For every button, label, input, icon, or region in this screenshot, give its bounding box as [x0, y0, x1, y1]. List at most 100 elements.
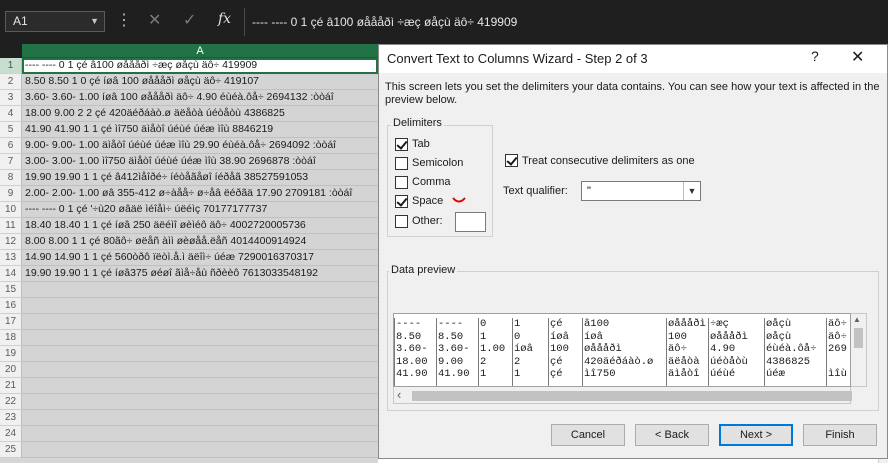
- sheet-row[interactable]: 25: [0, 442, 378, 458]
- cell-a[interactable]: [22, 346, 378, 362]
- vertical-scroll-thumb[interactable]: [854, 328, 863, 348]
- cell-a[interactable]: [22, 394, 378, 410]
- column-header-a[interactable]: A: [22, 44, 378, 58]
- formula-input[interactable]: ---- ---- 0 1 çé â100 øåååðì ÷æç øåçù äô…: [252, 10, 882, 34]
- space-checkbox[interactable]: [395, 195, 408, 208]
- cell-a[interactable]: 18.00 9.00 2 2 çé 420äéðáàò.ø äëåòà úéòå…: [22, 106, 378, 122]
- row-number[interactable]: 25: [0, 442, 22, 458]
- row-number[interactable]: 3: [0, 90, 22, 106]
- preview-horizontal-scrollbar[interactable]: ‹: [393, 387, 852, 404]
- cell-a[interactable]: ---- ---- 0 1 çé '÷ù20 øâäë ìéîåì÷ úëéìç…: [22, 202, 378, 218]
- sheet-row[interactable]: 16: [0, 298, 378, 314]
- row-number[interactable]: 6: [0, 138, 22, 154]
- select-all-corner[interactable]: [0, 44, 22, 58]
- sheet-row[interactable]: 4 18.00 9.00 2 2 çé 420äéðáàò.ø äëåòà úéò…: [0, 106, 378, 122]
- sheet-row[interactable]: 8 19.90 19.90 1 1 çé â412ìåîðé÷ íéòåãåøî …: [0, 170, 378, 186]
- sheet-row[interactable]: 15: [0, 282, 378, 298]
- sheet-row[interactable]: 23: [0, 410, 378, 426]
- cell-a[interactable]: 3.00- 3.00- 1.00 ìî750 äìåòî úéùé úéæ ìî…: [22, 154, 378, 170]
- row-number[interactable]: 5: [0, 122, 22, 138]
- cell-a[interactable]: 9.00- 9.00- 1.00 äìåòî úéùé úéæ ìîù 29.9…: [22, 138, 378, 154]
- scroll-up-icon[interactable]: ▲: [853, 315, 861, 324]
- cell-a[interactable]: 18.40 18.40 1 1 çé íøâ 250 äëéìî øèìéô ä…: [22, 218, 378, 234]
- finish-button[interactable]: Finish: [803, 424, 877, 446]
- close-icon[interactable]: ✕: [851, 47, 864, 67]
- sheet-row[interactable]: 19: [0, 346, 378, 362]
- cell-a[interactable]: 41.90 41.90 1 1 çé ìî750 äìåòî úéùé úéæ …: [22, 122, 378, 138]
- sheet-row[interactable]: 13 14.90 14.90 1 1 çé 560òðô ïëòì.å.ì äëî…: [0, 250, 378, 266]
- row-number[interactable]: 4: [0, 106, 22, 122]
- function-icon[interactable]: fx: [218, 11, 231, 27]
- cell-a[interactable]: [22, 314, 378, 330]
- sheet-row[interactable]: 6 9.00- 9.00- 1.00 äìåòî úéùé úéæ ìîù 29.…: [0, 138, 378, 154]
- row-number[interactable]: 9: [0, 186, 22, 202]
- cell-a[interactable]: [22, 426, 378, 442]
- sheet-row[interactable]: 11 18.40 18.40 1 1 çé íøâ 250 äëéìî øèìéô…: [0, 218, 378, 234]
- row-number[interactable]: 13: [0, 250, 22, 266]
- row-number[interactable]: 12: [0, 234, 22, 250]
- chevron-down-icon[interactable]: ▼: [90, 12, 99, 31]
- cancel-icon[interactable]: ✕: [148, 10, 161, 32]
- sheet-row[interactable]: 7 3.00- 3.00- 1.00 ìî750 äìåòî úéùé úéæ ì…: [0, 154, 378, 170]
- sheet-row[interactable]: 21: [0, 378, 378, 394]
- row-number[interactable]: 20: [0, 362, 22, 378]
- sheet-row[interactable]: 20: [0, 362, 378, 378]
- row-number[interactable]: 2: [0, 74, 22, 90]
- cell-a[interactable]: [22, 298, 378, 314]
- preview-vertical-scrollbar[interactable]: ▲: [851, 313, 867, 387]
- cell-a[interactable]: 8.50 8.50 1 0 çé íøâ 100 øåååðì øåçù äô÷…: [22, 74, 378, 90]
- row-number[interactable]: 1: [0, 58, 22, 74]
- cell-a[interactable]: 8.00 8.00 1 1 çé 80ãô÷ øëåñ àìì øèøåå.ëå…: [22, 234, 378, 250]
- cell-a[interactable]: [22, 282, 378, 298]
- row-number[interactable]: 23: [0, 410, 22, 426]
- name-box[interactable]: A1 ▼: [5, 11, 105, 32]
- cell-a[interactable]: [22, 378, 378, 394]
- cell-a[interactable]: [22, 330, 378, 346]
- treat-consecutive-checkbox[interactable]: [505, 154, 518, 167]
- cancel-button[interactable]: Cancel: [551, 424, 625, 446]
- cell-a[interactable]: 19.90 19.90 1 1 çé íøâ375 øéøî ãìå÷åù ñð…: [22, 266, 378, 282]
- sheet-row[interactable]: 12 8.00 8.00 1 1 çé 80ãô÷ øëåñ àìì øèøåå.…: [0, 234, 378, 250]
- other-delimiter-input[interactable]: [455, 212, 486, 232]
- back-button[interactable]: < Back: [635, 424, 709, 446]
- row-number[interactable]: 8: [0, 170, 22, 186]
- row-number[interactable]: 21: [0, 378, 22, 394]
- sheet-row[interactable]: 10 ---- ---- 0 1 çé '÷ù20 øâäë ìéîåì÷ úëé…: [0, 202, 378, 218]
- sheet-row[interactable]: 9 2.00- 2.00- 1.00 øâ 355-412 ø÷àåå÷ ø÷åâ…: [0, 186, 378, 202]
- sheet-row[interactable]: 24: [0, 426, 378, 442]
- row-number[interactable]: 7: [0, 154, 22, 170]
- row-number[interactable]: 16: [0, 298, 22, 314]
- sheet-row[interactable]: 22: [0, 394, 378, 410]
- row-number[interactable]: 24: [0, 426, 22, 442]
- row-number[interactable]: 10: [0, 202, 22, 218]
- cell-a[interactable]: [22, 442, 378, 458]
- row-number[interactable]: 14: [0, 266, 22, 282]
- more-options-icon[interactable]: ⋮: [116, 11, 132, 31]
- sheet-row[interactable]: 5 41.90 41.90 1 1 çé ìî750 äìåòî úéùé úéæ…: [0, 122, 378, 138]
- tab-checkbox[interactable]: [395, 138, 408, 151]
- cell-a[interactable]: 19.90 19.90 1 1 çé â412ìåîðé÷ íéòåãåøî í…: [22, 170, 378, 186]
- cell-a[interactable]: 14.90 14.90 1 1 çé 560òðô ïëòì.å.ì äëîì÷…: [22, 250, 378, 266]
- row-number[interactable]: 22: [0, 394, 22, 410]
- cell-a[interactable]: 3.60- 3.60- 1.00 íøâ 100 øåååðì äô÷ 4.90…: [22, 90, 378, 106]
- sheet-row[interactable]: 14 19.90 19.90 1 1 çé íøâ375 øéøî ãìå÷åù …: [0, 266, 378, 282]
- check-icon[interactable]: ✓: [183, 10, 196, 32]
- sheet-row[interactable]: 17: [0, 314, 378, 330]
- semicolon-checkbox[interactable]: [395, 157, 408, 170]
- scroll-left-icon[interactable]: ‹: [397, 387, 401, 402]
- row-number[interactable]: 15: [0, 282, 22, 298]
- cell-a[interactable]: [22, 410, 378, 426]
- row-number[interactable]: 18: [0, 330, 22, 346]
- row-number[interactable]: 17: [0, 314, 22, 330]
- help-icon[interactable]: ?: [811, 48, 819, 64]
- sheet-row[interactable]: 3 3.60- 3.60- 1.00 íøâ 100 øåååðì äô÷ 4.9…: [0, 90, 378, 106]
- chevron-down-icon[interactable]: ▼: [683, 182, 700, 200]
- cell-a[interactable]: [22, 362, 378, 378]
- text-qualifier-select[interactable]: " ▼: [581, 181, 701, 201]
- sheet-row[interactable]: 18: [0, 330, 378, 346]
- comma-checkbox[interactable]: [395, 176, 408, 189]
- other-checkbox[interactable]: [395, 215, 408, 228]
- sheet-row[interactable]: 2 8.50 8.50 1 0 çé íøâ 100 øåååðì øåçù äô…: [0, 74, 378, 90]
- sheet-row[interactable]: 1 ---- ---- 0 1 çé â100 øåååðì ÷æç øåçù ä…: [0, 58, 378, 74]
- cell-a[interactable]: ---- ---- 0 1 çé â100 øåååðì ÷æç øåçù äô…: [22, 58, 378, 74]
